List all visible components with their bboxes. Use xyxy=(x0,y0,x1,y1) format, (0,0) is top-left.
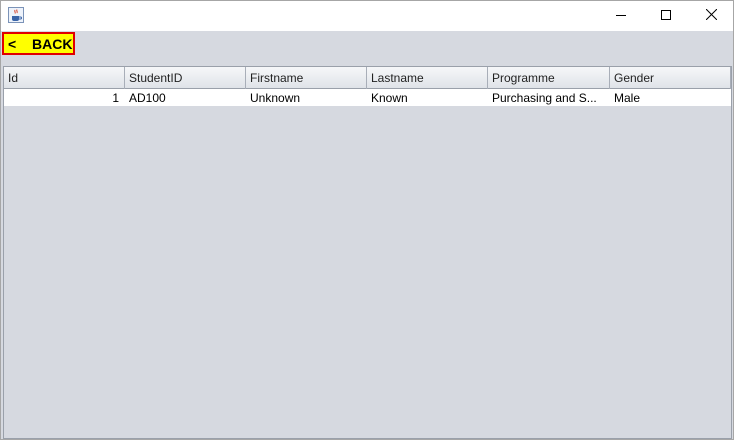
table-header: Id StudentID Firstname Lastname Programm… xyxy=(4,67,731,89)
app-window: < BACK Id StudentID Firstname Lastname P… xyxy=(0,0,734,440)
table-row[interactable]: 1 AD100 Unknown Known Purchasing and S..… xyxy=(4,89,731,106)
table-body: 1 AD100 Unknown Known Purchasing and S..… xyxy=(4,89,731,106)
column-header-firstname[interactable]: Firstname xyxy=(246,67,367,89)
cell-gender[interactable]: Male xyxy=(610,89,731,106)
title-bar[interactable] xyxy=(1,1,733,31)
content-panel: < BACK Id StudentID Firstname Lastname P… xyxy=(1,31,733,439)
maximize-button[interactable] xyxy=(643,1,689,31)
cell-programme[interactable]: Purchasing and S... xyxy=(488,89,610,106)
cell-firstname[interactable]: Unknown xyxy=(246,89,367,106)
minimize-icon xyxy=(616,9,626,23)
maximize-icon xyxy=(661,9,671,23)
java-coffee-icon[interactable] xyxy=(8,7,24,23)
column-header-id[interactable]: Id xyxy=(4,67,125,89)
column-header-programme[interactable]: Programme xyxy=(488,67,610,89)
column-header-gender[interactable]: Gender xyxy=(610,67,731,89)
cell-studentid[interactable]: AD100 xyxy=(125,89,246,106)
students-table[interactable]: Id StudentID Firstname Lastname Programm… xyxy=(3,66,732,439)
cell-id[interactable]: 1 xyxy=(4,89,125,106)
close-button[interactable] xyxy=(688,1,734,31)
close-icon xyxy=(705,8,717,23)
chevron-left-icon: < xyxy=(8,35,17,52)
column-header-studentid[interactable]: StudentID xyxy=(125,67,246,89)
back-button-label: BACK xyxy=(32,35,73,52)
minimize-button[interactable] xyxy=(598,1,644,31)
cell-lastname[interactable]: Known xyxy=(367,89,488,106)
column-header-lastname[interactable]: Lastname xyxy=(367,67,488,89)
back-button[interactable]: < BACK xyxy=(2,32,75,55)
